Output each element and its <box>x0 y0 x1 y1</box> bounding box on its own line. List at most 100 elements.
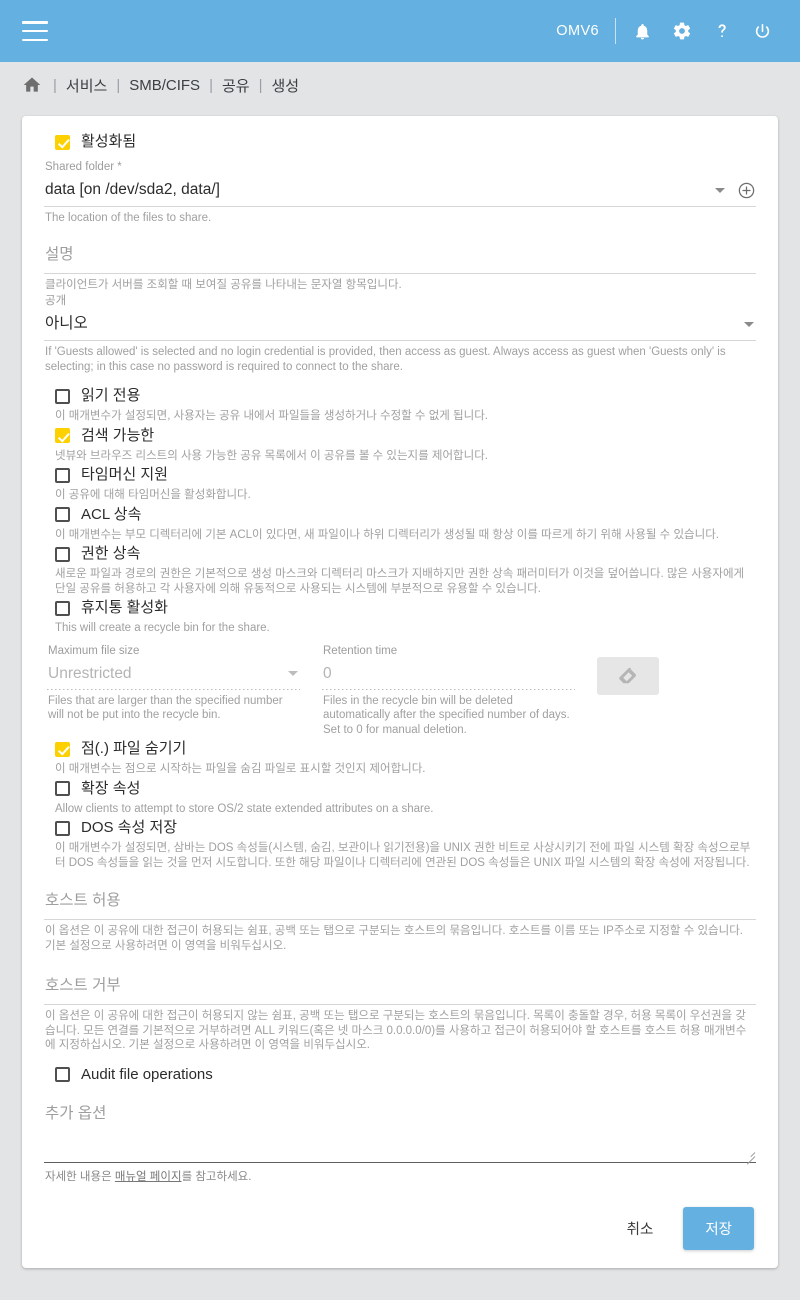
breadcrumb-item-services[interactable]: 서비스 <box>66 75 107 96</box>
checkbox-hint-extended-attributes: Allow clients to attempt to store OS/2 s… <box>55 802 434 815</box>
hosts-allow-hint: 이 옵션은 이 공유에 대한 접근이 허용되는 쉼표, 공백 또는 탭으로 구분… <box>45 925 743 952</box>
checkbox-inherit-acls[interactable] <box>55 507 70 522</box>
field-hosts-deny: 호스트 거부 이 옵션은 이 공유에 대한 접근이 허용되지 않는 쉼표, 공백… <box>44 971 756 1053</box>
checkbox-row-recycle-bin[interactable]: 휴지통 활성화 <box>44 596 756 618</box>
field-max-file-size: Maximum file size Unrestricted Files tha… <box>47 644 322 738</box>
recycle-bin-clear-wrap <box>597 644 659 738</box>
breadcrumb-separator-3: | <box>258 76 263 94</box>
checkbox-row-audit-file-operations[interactable]: Audit file operations <box>44 1063 756 1085</box>
checkbox-label-inherit-permissions: 권한 상속 <box>81 545 141 562</box>
public-select[interactable]: 아니오 <box>44 309 756 341</box>
save-button[interactable]: 저장 <box>683 1206 754 1250</box>
resize-handle-icon[interactable] <box>743 1148 756 1165</box>
checkbox-label-hide-dot-files: 점(.) 파일 숨기기 <box>81 740 187 757</box>
shared-folder-select[interactable]: data [on /dev/sda2, data/] <box>44 175 756 207</box>
recycle-bin-settings: Maximum file size Unrestricted Files tha… <box>44 636 756 738</box>
home-icon[interactable] <box>22 75 42 95</box>
breadcrumb-item-shares[interactable]: 공유 <box>222 75 250 96</box>
checkbox-row-hide-dot-files[interactable]: 점(.) 파일 숨기기 <box>44 737 756 759</box>
breadcrumb-separator-1: | <box>116 76 121 94</box>
checkbox-hide-dot-files[interactable] <box>55 741 70 757</box>
checkbox-row-inherit-acls[interactable]: ACL 상속 <box>44 503 756 525</box>
checkbox-hint-hide-dot-files: 이 매개변수는 점으로 시작하는 파일을 숨김 파일로 표시할 것인지 제어합니… <box>55 763 426 775</box>
hosts-allow-input[interactable]: 호스트 허용 <box>44 886 756 920</box>
checkbox-label-enabled: 활성화됨 <box>81 133 137 150</box>
page-container: 활성화됨 Shared folder * data [on /dev/sda2,… <box>0 108 800 1268</box>
clear-recycle-bin-button[interactable] <box>597 656 659 695</box>
field-extra-options: 추가 옵션 자세한 내용은 매뉴얼 페이지를 참고하세요. <box>44 1101 756 1185</box>
extra-options-note: 자세한 내용은 매뉴얼 페이지를 참고하세요. <box>44 1163 756 1185</box>
question-mark-icon[interactable] <box>702 11 742 51</box>
checkbox-inherit-permissions[interactable] <box>55 546 70 562</box>
field-description: 설명 클라이언트가 서버를 조회할 때 보여질 공유를 나타내는 문자열 항목입… <box>44 240 756 293</box>
chevron-down-icon[interactable] <box>744 321 754 327</box>
checkbox-hint-inherit-acls: 이 매개변수는 부모 디렉터리에 기본 ACL이 있다면, 새 파일이나 하위 … <box>55 528 719 541</box>
checkbox-label-audit-file-operations: Audit file operations <box>81 1065 213 1083</box>
power-icon[interactable] <box>742 11 782 51</box>
field-public: 공개 아니오 If 'Guests allowed' is selected a… <box>44 294 756 374</box>
retention-time-hint: Files in the recycle bin will be deleted… <box>323 694 570 736</box>
breadcrumb: | 서비스 | SMB/CIFS | 공유 | 생성 <box>0 62 800 108</box>
checkbox-group-primary: 읽기 전용 이 매개변수가 설정되면, 사용자는 공유 내에서 파일들을 생성하… <box>44 384 756 636</box>
gear-icon[interactable] <box>662 11 702 51</box>
breadcrumb-item-smbcifs[interactable]: SMB/CIFS <box>129 77 200 94</box>
share-form-card: 활성화됨 Shared folder * data [on /dev/sda2,… <box>22 116 778 1268</box>
chevron-down-icon[interactable] <box>715 187 725 193</box>
breadcrumb-separator-0: | <box>53 76 57 94</box>
checkbox-label-read-only: 읽기 전용 <box>81 387 141 404</box>
checkbox-browseable[interactable] <box>55 428 70 443</box>
breadcrumb-separator-2: | <box>209 76 213 94</box>
hosts-deny-hint: 이 옵션은 이 공유에 대한 접근이 허용되지 않는 쉼표, 공백 또는 탭으로… <box>45 1010 747 1051</box>
checkbox-label-extended-attributes: 확장 속성 <box>81 779 141 797</box>
chevron-down-icon <box>288 671 298 676</box>
description-input[interactable]: 설명 <box>44 240 756 274</box>
hosts-deny-input[interactable]: 호스트 거부 <box>44 971 756 1005</box>
manual-page-link[interactable]: 매뉴얼 페이지 <box>115 1171 182 1183</box>
checkbox-enabled[interactable] <box>55 134 70 150</box>
checkbox-row-store-dos-attributes[interactable]: DOS 속성 저장 <box>44 816 756 838</box>
checkbox-audit-file-operations[interactable] <box>55 1067 70 1082</box>
checkbox-read-only[interactable] <box>55 388 70 404</box>
checkbox-label-time-machine-support: 타임머신 지원 <box>81 466 168 483</box>
checkbox-group-secondary: 점(.) 파일 숨기기 이 매개변수는 점으로 시작하는 파일을 숨김 파일로 … <box>44 737 756 870</box>
hamburger-menu-icon[interactable] <box>22 21 48 41</box>
checkbox-hint-browseable: 넷뷰와 브라우즈 리스트의 사용 가능한 공유 목록에서 이 공유를 볼 수 있… <box>55 449 488 462</box>
checkbox-row-inherit-permissions[interactable]: 권한 상속 <box>44 542 756 564</box>
bell-icon[interactable] <box>622 11 662 51</box>
public-hint: If 'Guests allowed' is selected and no l… <box>45 346 726 373</box>
retention-time-input: 0 <box>322 658 575 690</box>
checkbox-hint-store-dos-attributes: 이 매개변수가 설정되면, 삼바는 DOS 속성들(시스템, 숨김, 보관이나 … <box>55 842 751 869</box>
shared-folder-label: Shared folder * <box>45 161 122 173</box>
public-value: 아니오 <box>45 315 88 332</box>
checkbox-label-store-dos-attributes: DOS 속성 저장 <box>81 819 178 836</box>
extra-options-placeholder: 추가 옵션 <box>45 1104 107 1122</box>
checkbox-hint-recycle-bin: This will create a recycle bin for the s… <box>55 622 270 634</box>
max-file-size-select: Unrestricted <box>47 658 300 690</box>
checkbox-time-machine-support[interactable] <box>55 467 70 483</box>
checkbox-hint-read-only: 이 매개변수가 설정되면, 사용자는 공유 내에서 파일들을 생성하거나 수정할… <box>55 410 488 422</box>
checkbox-extended-attributes[interactable] <box>55 781 70 796</box>
checkbox-recycle-bin[interactable] <box>55 600 70 616</box>
max-file-size-value: Unrestricted <box>48 664 132 682</box>
hostname-label: OMV6 <box>556 23 599 39</box>
retention-time-value: 0 <box>323 664 332 682</box>
checkbox-row-enabled[interactable]: 활성화됨 <box>44 132 756 152</box>
app-bar-actions: OMV6 <box>556 11 782 51</box>
checkbox-store-dos-attributes[interactable] <box>55 820 70 836</box>
plus-circle-icon[interactable] <box>737 181 756 200</box>
form-actions: 취소 저장 <box>44 1185 756 1258</box>
shared-folder-hint: The location of the files to share. <box>45 212 212 224</box>
extra-options-note-prefix: 자세한 내용은 <box>45 1170 115 1183</box>
field-hosts-allow: 호스트 허용 이 옵션은 이 공유에 대한 접근이 허용되는 쉼표, 공백 또는… <box>44 886 756 953</box>
checkbox-hint-time-machine-support: 이 공유에 대해 타임머신을 활성화합니다. <box>55 489 251 501</box>
checkbox-row-time-machine-support[interactable]: 타임머신 지원 <box>44 463 756 485</box>
checkbox-label-inherit-acls: ACL 상속 <box>81 505 142 523</box>
cancel-button[interactable]: 취소 <box>613 1209 668 1248</box>
checkbox-label-browseable: 검색 가능한 <box>81 426 155 444</box>
app-bar-divider <box>615 18 616 44</box>
extra-options-textarea[interactable]: 추가 옵션 <box>44 1103 756 1165</box>
max-file-size-hint: Files that are larger than the specified… <box>48 694 283 722</box>
checkbox-row-read-only[interactable]: 읽기 전용 <box>44 384 756 406</box>
checkbox-row-browseable[interactable]: 검색 가능한 <box>44 424 756 446</box>
checkbox-row-extended-attributes[interactable]: 확장 속성 <box>44 777 756 799</box>
